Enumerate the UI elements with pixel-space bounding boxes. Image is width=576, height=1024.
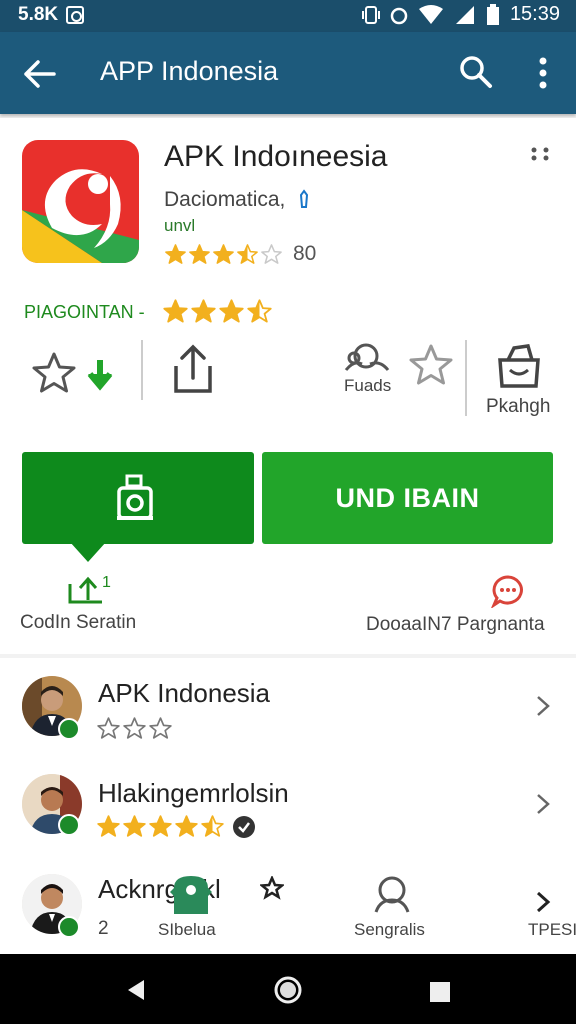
list-item-title: Hlakingemrlolsin [98,778,289,808]
bottom-tab-account-label: Sengralis [354,920,425,939]
back-nav-icon[interactable] [124,978,148,1002]
store-icon [170,876,212,914]
family-label: Fuads [344,376,392,395]
back-arrow-icon[interactable] [20,54,60,94]
related-list: APK Indonesia Hlakingemrlolsin Acknrgrak… [0,658,576,954]
star-filled-icon [175,815,198,837]
verified-badge-icon [300,189,309,208]
overflow-dots-icon[interactable] [530,146,552,162]
bottom-tab-home-label: SIbelua [158,920,216,939]
star-filled-icon [149,815,172,837]
bottom-tab-home[interactable]: SIbelua [158,874,230,952]
install-device-icon [117,474,153,520]
app-bar: APP Indonesia [0,32,576,114]
install-icon-button[interactable] [22,452,254,544]
app-name: APK Indoıneesia [164,140,388,173]
star-filled-icon [163,299,188,323]
app-logo-icon [22,140,139,263]
star-empty-icon [123,717,146,739]
content-rating-stars [162,298,273,325]
app-rating: 80 [164,242,316,266]
more-options-icon[interactable] [528,52,558,94]
bottom-tab-account[interactable]: Sengralis [352,874,442,952]
install-button[interactable]: UND IBAIN [262,452,553,544]
star-filled-icon [165,243,186,264]
star-empty-icon [261,243,282,264]
chevron-right-icon [537,696,550,716]
divider [465,340,467,416]
network-speed: 5.8K [18,4,59,25]
chevron-right-icon [536,891,551,913]
star-half-icon [247,299,272,323]
rating-stars [164,243,283,266]
developer-name[interactable]: Daciomatica, [164,188,315,212]
app-details-card: APK Indoıneesia Daciomatica, unvl 80 PIA… [0,118,576,654]
bottom-tab-more-label[interactable]: TPESI [528,920,576,940]
search-icon[interactable] [456,52,496,92]
vibrate-icon [361,5,380,24]
star-empty-icon [149,717,172,739]
star-filled-icon [191,299,216,323]
account-icon [374,876,410,913]
notification-icon [66,6,85,24]
star-outline-icon [32,352,76,393]
star-badge-icon [260,876,284,900]
upload-count: 1 [102,574,111,591]
shop-label: Pkahgh [486,396,551,417]
star-outline-icon [409,344,453,385]
verified-badge-icon [58,718,80,740]
list-item-stars [96,814,256,839]
family-button[interactable]: Fuads [340,342,400,422]
star-filled-icon [213,243,234,264]
signal-icon [455,5,474,24]
chat-bubble-icon [491,575,523,608]
star-half-icon [237,243,258,264]
verified-badge-icon [58,916,80,938]
list-item[interactable]: APK Indonesia [0,658,576,754]
battery-icon [486,3,499,25]
recents-nav-icon[interactable] [428,980,452,1004]
verified-badge-icon [58,814,80,836]
star-filled-icon [97,815,120,837]
system-nav-bar [0,954,576,1024]
list-item-stars [96,716,173,741]
actions-row: Fuads Pkahgh [0,340,576,420]
people-icon [344,343,390,371]
divider [141,340,143,400]
rating-count: 80 [293,242,317,265]
clock: 15:39 [509,3,560,25]
star-filled-icon [123,815,146,837]
star-filled-icon [219,299,244,323]
button-pointer [70,542,106,562]
app-category: unvl [164,216,196,235]
shop-button[interactable]: Pkahgh [486,342,566,442]
list-item-title: APK Indonesia [98,678,271,708]
share-icon [174,344,212,393]
status-bar: 5.8K 15:39 [0,0,576,32]
wifi-icon [418,4,443,24]
content-rating-label: PIAGOINTAN - [24,302,145,322]
upload-label: CodIn Seratin [20,612,137,633]
star-filled-icon [189,243,210,264]
developer-label: Daciomatica, [164,188,286,211]
chevron-right-icon [537,794,550,814]
alarm-icon [390,7,408,24]
status-left: 5.8K [18,4,85,26]
rate-button[interactable] [408,342,454,393]
list-item[interactable]: Acknrgrakl 2 SIbelua Sengralis TPESI [0,856,576,952]
comment-label: DooaaIN7 Pargnanta [366,614,545,635]
app-bar-title: APP Indonesia [100,56,279,86]
wishlist-button[interactable] [30,350,126,403]
share-button[interactable] [168,344,218,401]
list-item-extra: 2 [98,918,109,939]
list-item[interactable]: Hlakingemrlolsin [0,754,576,850]
star-half-icon [201,815,224,837]
shopping-bag-icon [498,344,540,388]
check-circle-icon [233,815,255,838]
status-right: 15:39 [361,3,560,26]
home-nav-icon[interactable] [272,974,304,1006]
star-empty-icon [97,717,120,739]
